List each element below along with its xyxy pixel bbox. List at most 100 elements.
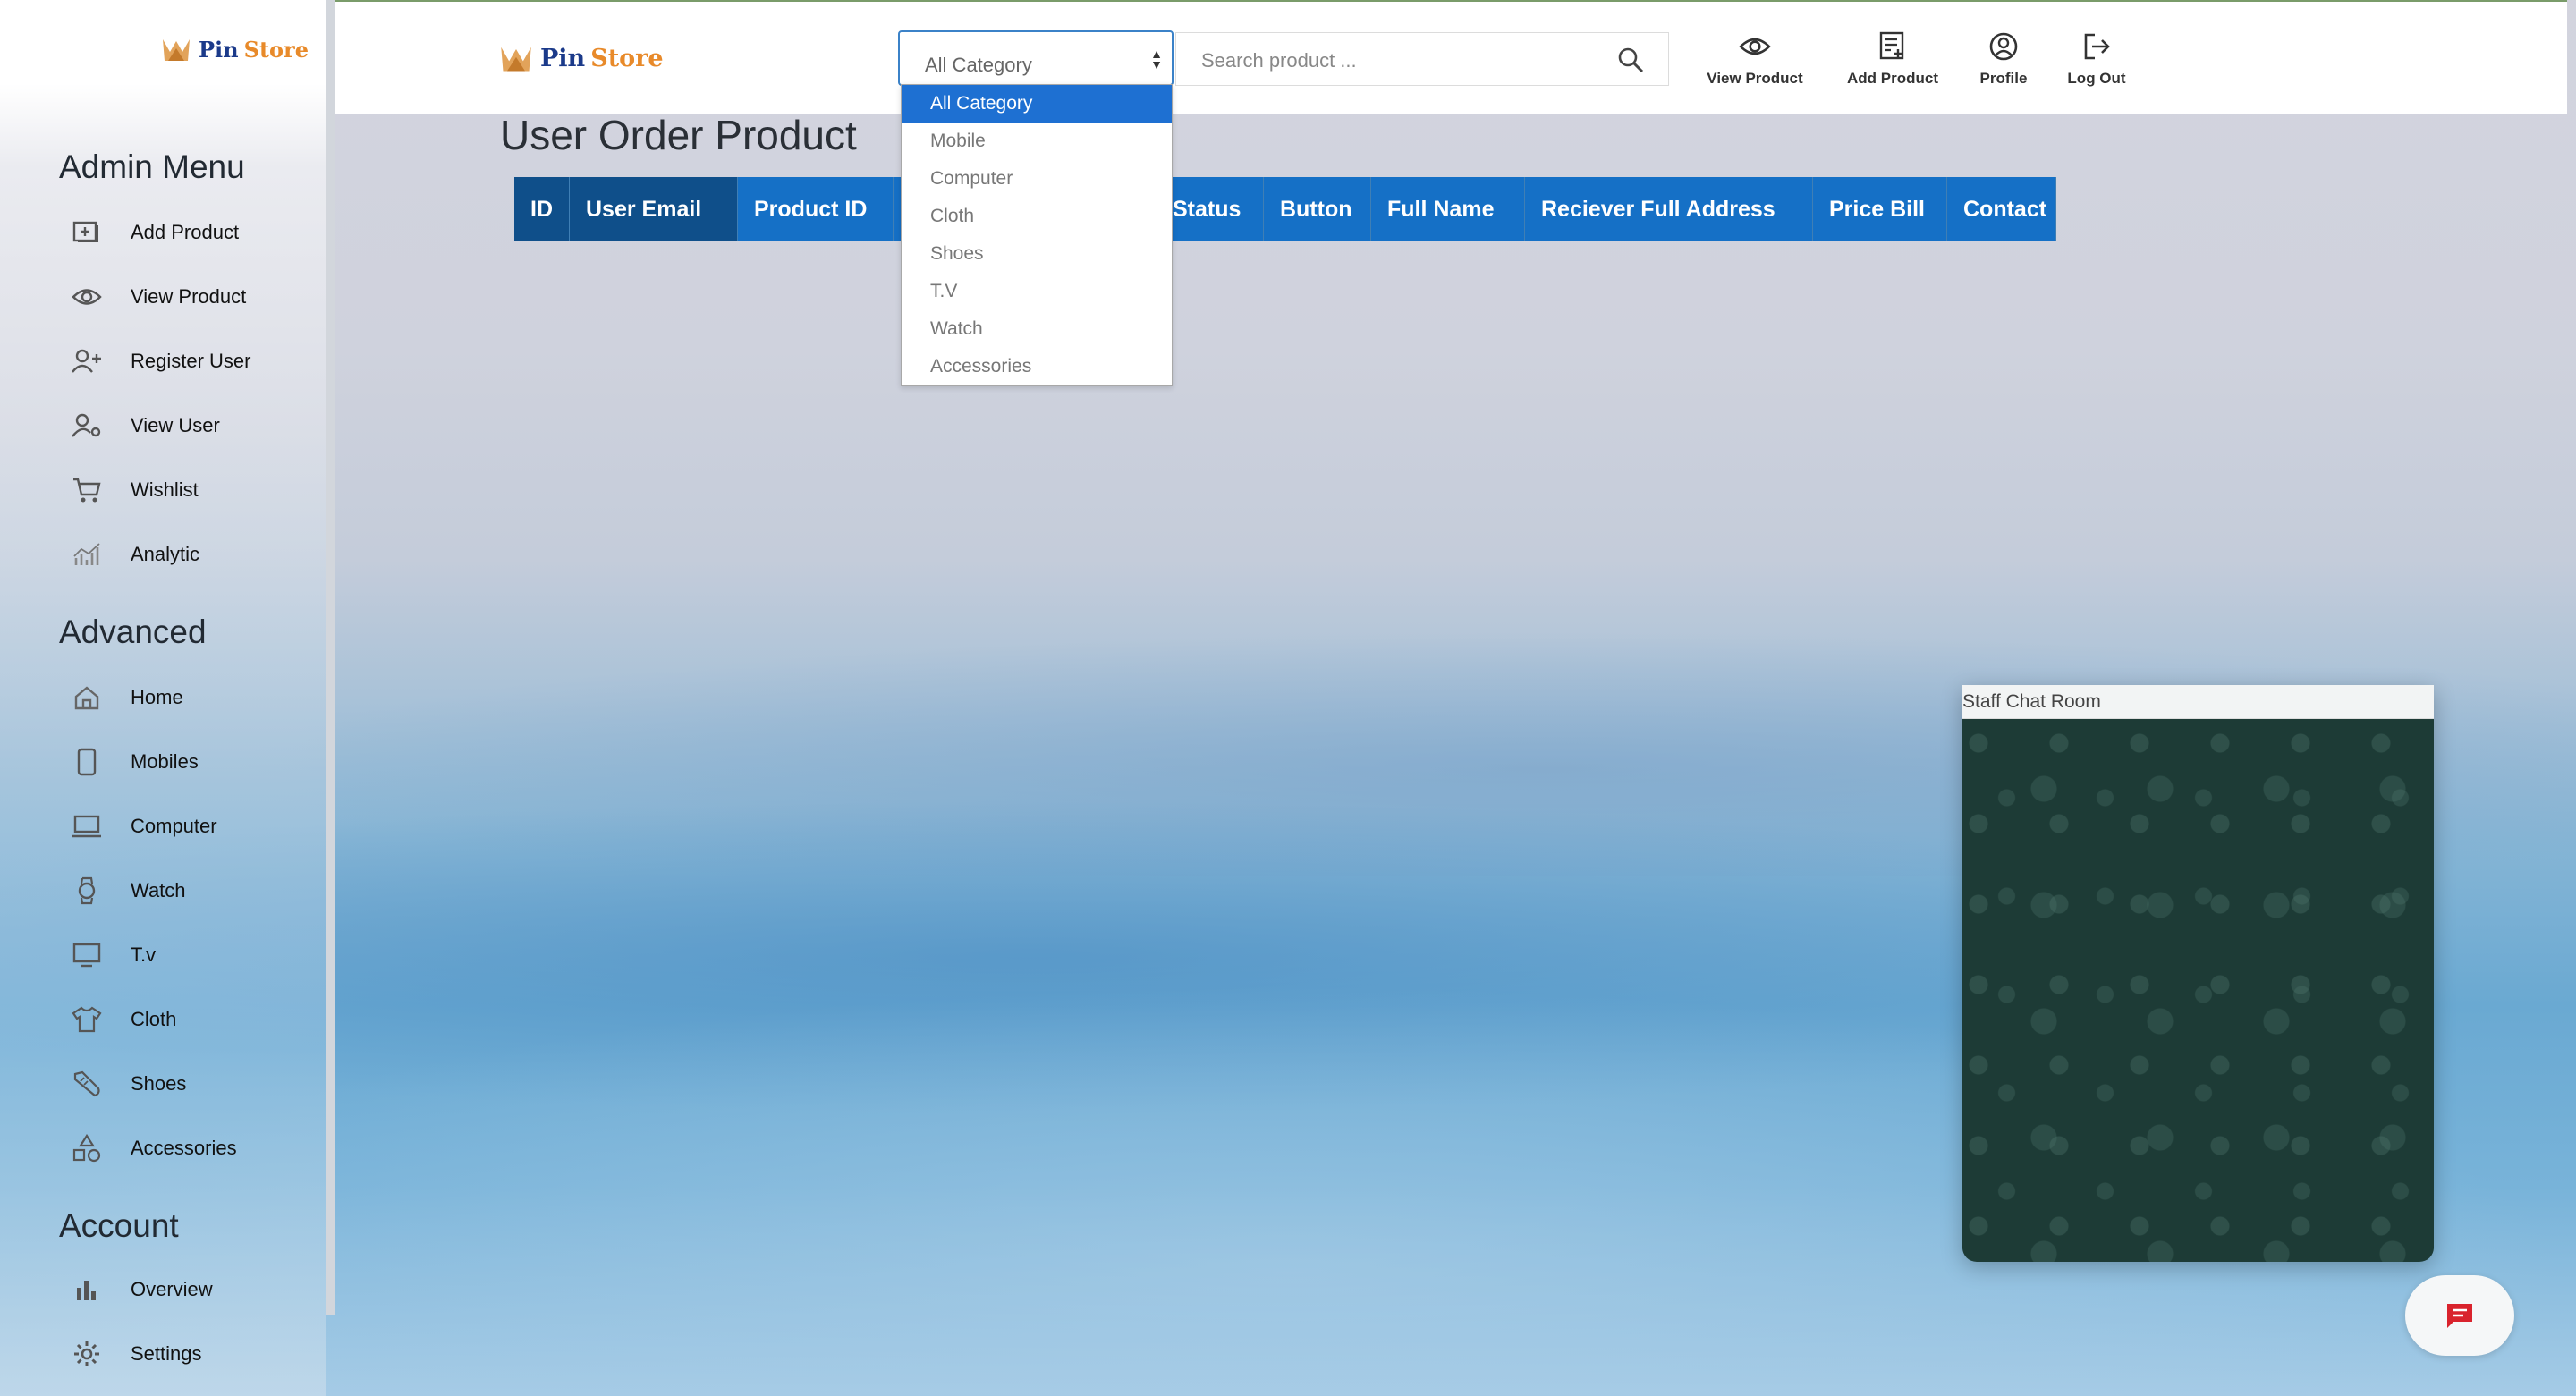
sidebar-item-shoes[interactable]: Shoes [72, 1062, 186, 1105]
sidebar-item-label: Wishlist [131, 478, 199, 501]
sidebar-item-label: Register User [131, 350, 251, 372]
sidebar-item-computer[interactable]: Computer [72, 805, 217, 848]
dropdown-option[interactable]: All Category [902, 85, 1172, 123]
nav-add-product-button[interactable]: Add Product [1830, 29, 1955, 88]
add-box-icon [72, 217, 102, 248]
logout-icon [2034, 29, 2159, 64]
shoe-icon [72, 1069, 102, 1099]
sidebar-logo[interactable]: Pin Store [161, 36, 309, 63]
sidebar-item-view-product[interactable]: View Product [72, 275, 246, 318]
sidebar-section-title: Advanced [59, 613, 207, 650]
table-header-cell[interactable]: Reciever Full Address [1525, 177, 1813, 241]
order-table-header: ID User Email Product ID r Status Button… [514, 177, 2056, 241]
home-icon [72, 682, 102, 713]
top-navbar: Pin Store All Category ▲ ▼ Search product … [335, 0, 2567, 114]
sidebar-item-label: Mobiles [131, 750, 199, 773]
sidebar: Pin Store Admin Menu Add Product View Pro… [0, 0, 326, 1396]
sidebar-item-watch[interactable]: Watch [72, 869, 186, 912]
laptop-icon [72, 811, 102, 842]
sidebar-item-settings[interactable]: Settings [72, 1333, 202, 1375]
search-icon[interactable] [1616, 46, 1645, 74]
sidebar-item-wishlist[interactable]: Wishlist [72, 469, 199, 512]
dropdown-option[interactable]: Mobile [902, 123, 1172, 160]
logo-store-text: Store [243, 36, 309, 63]
table-header-cell[interactable]: Product ID [738, 177, 894, 241]
dropdown-option[interactable]: T.V [902, 273, 1172, 310]
sidebar-item-view-user[interactable]: View User [72, 404, 220, 447]
bar-chart-icon [72, 1274, 102, 1305]
nav-view-product-button[interactable]: View Product [1692, 29, 1818, 88]
add-list-icon [1830, 29, 1955, 64]
eye-icon [72, 282, 102, 312]
user-gear-icon [72, 410, 102, 441]
sidebar-item-accessories[interactable]: Accessories [72, 1127, 237, 1170]
sidebar-item-overview[interactable]: Overview [72, 1268, 213, 1311]
logo-icon [163, 39, 190, 61]
dropdown-option[interactable]: Computer [902, 160, 1172, 198]
sidebar-item-register-user[interactable]: Register User [72, 340, 250, 383]
eye-icon [1692, 29, 1818, 64]
cart-icon [72, 475, 102, 505]
chat-toggle-button[interactable] [2405, 1275, 2514, 1356]
table-header-cell[interactable]: Full Name [1371, 177, 1525, 241]
logo-pin-text: Pin [199, 36, 239, 63]
dropdown-option[interactable]: Cloth [902, 198, 1172, 235]
logo-icon [501, 47, 531, 72]
sidebar-item-label: T.v [131, 943, 157, 966]
sidebar-item-label: Cloth [131, 1008, 177, 1030]
nav-logout-button[interactable]: Log Out [2034, 29, 2159, 88]
analytics-icon [72, 539, 102, 570]
search-placeholder: Search product ... [1201, 49, 1357, 72]
table-header-cell[interactable]: Price Bill [1813, 177, 1947, 241]
chat-title: Staff Chat Room [1962, 685, 2434, 719]
sidebar-item-label: Settings [131, 1342, 202, 1365]
shirt-icon [72, 1004, 102, 1035]
sidebar-section-title: Admin Menu [59, 148, 245, 185]
chat-message-area[interactable] [1962, 719, 2434, 1262]
gear-icon [72, 1339, 102, 1369]
table-header-cell[interactable]: Button [1264, 177, 1371, 241]
sidebar-item-label: Computer [131, 815, 217, 837]
sidebar-section-title: Account [59, 1207, 179, 1244]
sidebar-item-label: Shoes [131, 1072, 187, 1095]
sidebar-item-label: Analytic [131, 543, 200, 565]
sidebar-item-label: Overview [131, 1278, 213, 1300]
sidebar-scrollbar[interactable] [326, 0, 335, 1315]
dropdown-option[interactable]: Shoes [902, 235, 1172, 273]
sidebar-item-label: Home [131, 686, 183, 708]
category-select-value: All Category [925, 54, 1032, 76]
sidebar-item-tv[interactable]: T.v [72, 934, 156, 977]
table-header-cell[interactable]: ID [514, 177, 570, 241]
dropdown-option[interactable]: Accessories [902, 348, 1172, 385]
sidebar-item-mobiles[interactable]: Mobiles [72, 740, 199, 783]
logo-store-text: Store [590, 44, 664, 72]
sidebar-item-cloth[interactable]: Cloth [72, 998, 176, 1041]
shapes-icon [72, 1133, 102, 1163]
chat-icon [2447, 1304, 2472, 1328]
tv-icon [72, 940, 102, 970]
sidebar-item-label: View Product [131, 285, 247, 308]
category-select[interactable]: All Category ▲ ▼ [898, 30, 1174, 86]
nav-label: Log Out [2067, 70, 2126, 87]
logo-pin-text: Pin [540, 44, 586, 72]
dropdown-option[interactable]: Watch [902, 310, 1172, 348]
sidebar-item-add-product[interactable]: Add Product [72, 211, 239, 254]
page-title: User Order Product [500, 112, 857, 158]
header-logo[interactable]: Pin Store [499, 43, 664, 73]
search-input[interactable]: Search product ... [1175, 32, 1669, 86]
mobile-icon [72, 747, 102, 777]
watch-icon [72, 876, 102, 906]
nav-label: Add Product [1847, 70, 1938, 87]
sidebar-item-label: Accessories [131, 1137, 237, 1159]
user-plus-icon [72, 346, 102, 376]
sidebar-item-analytic[interactable]: Analytic [72, 533, 199, 576]
table-header-cell[interactable]: User Email [570, 177, 738, 241]
category-dropdown-list: All Category Mobile Computer Cloth Shoes… [901, 84, 1173, 386]
staff-chat-room: Staff Chat Room [1962, 685, 2434, 1262]
nav-label: View Product [1707, 70, 1803, 87]
table-header-cell[interactable]: Status [1157, 177, 1264, 241]
sidebar-item-home[interactable]: Home [72, 676, 183, 719]
table-header-cell[interactable]: Contact [1947, 177, 2056, 241]
sidebar-item-label: Add Product [131, 221, 240, 243]
select-arrows-icon: ▲ ▼ [1150, 47, 1163, 72]
